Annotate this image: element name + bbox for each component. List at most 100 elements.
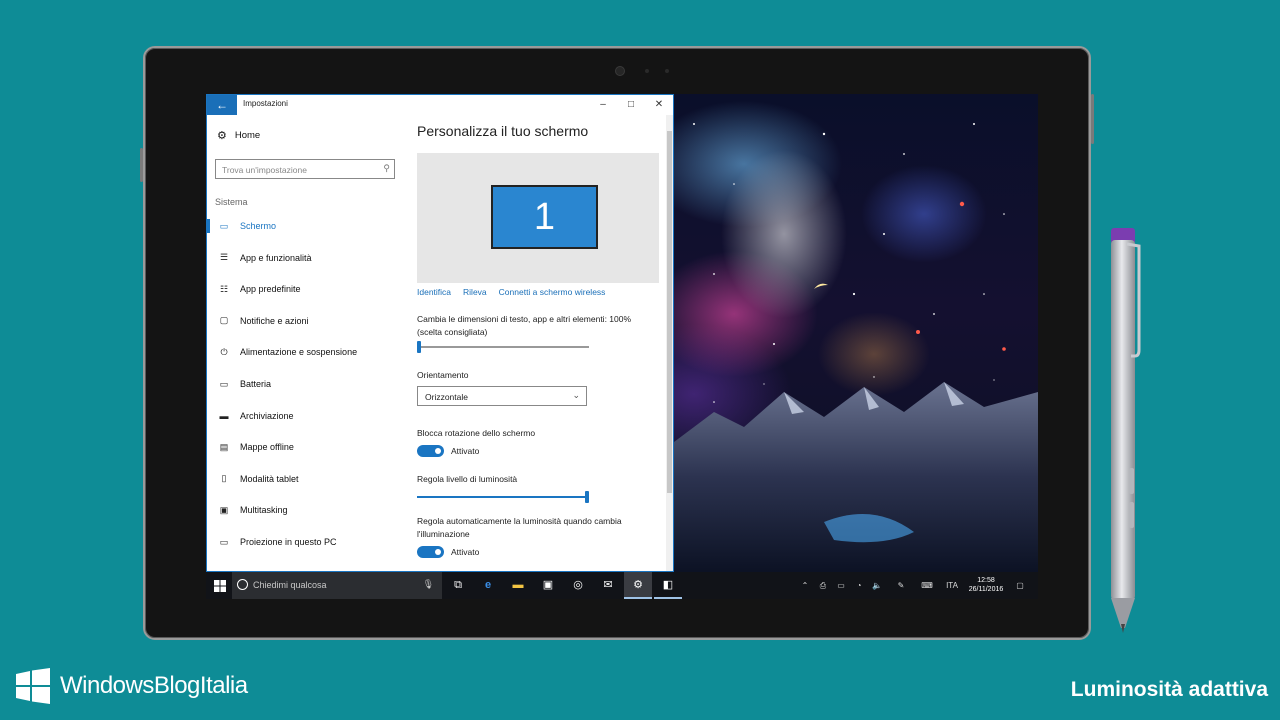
apps-list-icon: ☰ — [219, 252, 229, 263]
start-button[interactable] — [210, 576, 230, 596]
nav-section-label: Sistema — [215, 197, 248, 207]
battery-tray-icon[interactable]: ▭ — [834, 572, 848, 599]
map-icon: ▤ — [219, 441, 229, 452]
toggle-knob — [435, 448, 441, 454]
orientation-value: Orizzontale — [425, 392, 468, 402]
settings-window: ← Impostazioni – □ ✕ ⚙ Home Trova un'imp… — [206, 94, 674, 572]
wireless-display-link[interactable]: Connetti a schermo wireless — [499, 287, 606, 297]
sidebar-item[interactable]: ▭ Batteria — [207, 369, 407, 399]
tablet-screen: ← Impostazioni – □ ✕ ⚙ Home Trova un'imp… — [206, 94, 1038, 599]
store-icon: ▣ — [542, 579, 554, 591]
pen-workspace-icon[interactable]: ✎ — [894, 572, 908, 599]
touch-keyboard-icon[interactable]: ⌨ — [918, 572, 936, 599]
auto-brightness-state: Attivato — [451, 547, 480, 557]
display-links: Identifica Rileva Connetti a schermo wir… — [417, 287, 605, 297]
notification-icon: ▢ — [1016, 581, 1024, 590]
windows-logo-icon — [214, 580, 226, 592]
maximize-button[interactable]: □ — [623, 97, 639, 113]
sidebar-item[interactable]: ▭ Proiezione in questo PC — [207, 527, 407, 557]
tablet-mode-icon: ▯ — [221, 473, 227, 484]
search-icon: ⚲ — [383, 163, 390, 173]
edge-button[interactable]: e — [474, 572, 502, 599]
settings-search-input[interactable]: Trova un'impostazione ⚲ — [215, 159, 395, 179]
orientation-label: Orientamento — [417, 370, 469, 380]
taskbar-clock[interactable]: 12:58 26/11/2016 — [966, 576, 1006, 594]
scale-slider-thumb[interactable] — [417, 341, 421, 353]
sidebar-item[interactable]: ▬ Archiviazione — [207, 401, 407, 431]
gear-icon: ⚙ — [633, 579, 643, 591]
task-view-icon: ⧉ — [454, 579, 462, 591]
scrollbar-thumb[interactable] — [667, 131, 672, 493]
detect-link[interactable]: Rileva — [463, 287, 487, 297]
edge-icon: e — [484, 579, 492, 591]
action-center-button[interactable]: ▢ — [1012, 572, 1028, 599]
identify-link[interactable]: Identifica — [417, 287, 451, 297]
monitor-1[interactable]: 1 — [491, 185, 598, 249]
sidebar-item-label: Multitasking — [240, 505, 288, 516]
projection-icon: ▭ — [219, 536, 229, 547]
input-language[interactable]: ITA — [942, 572, 962, 599]
mail-icon: ✉ — [603, 579, 613, 591]
power-button — [1091, 94, 1094, 144]
orientation-dropdown[interactable]: Orizzontale ⌄ — [417, 386, 587, 406]
desktop-wallpaper — [674, 94, 1038, 572]
folder-icon: ▬ — [512, 579, 524, 591]
sidebar-item-label: Mappe offline — [240, 442, 294, 453]
sidebar-item[interactable]: ☰ App e funzionalità — [207, 243, 407, 273]
cortana-icon — [237, 579, 248, 590]
search-placeholder: Trova un'impostazione — [222, 165, 307, 175]
sidebar-item-label: App predefinite — [240, 284, 301, 295]
rotation-lock-toggle[interactable] — [417, 445, 444, 457]
close-button[interactable]: ✕ — [651, 97, 667, 113]
settings-nav: ⚙ Home Trova un'impostazione ⚲ Sistema ▭… — [207, 115, 407, 571]
tablet-app-button[interactable]: ◧ — [654, 572, 682, 599]
store-button[interactable]: ▣ — [534, 572, 562, 599]
usb-tray-icon[interactable]: ⎙ — [816, 572, 830, 599]
scale-label: Cambia le dimensioni di testo, app e alt… — [417, 314, 632, 324]
display-preview: 1 — [417, 153, 659, 283]
volume-button — [140, 148, 143, 182]
camera-sensor — [645, 69, 649, 73]
show-hidden-icons[interactable]: ⌃ — [798, 572, 812, 599]
article-caption: Luminosità adattiva — [1070, 678, 1268, 701]
monitor-icon: ▭ — [219, 220, 229, 231]
window-title: Impostazioni — [243, 99, 288, 108]
brightness-slider[interactable] — [417, 489, 589, 505]
sidebar-item[interactable]: ▯ Modalità tablet — [207, 464, 407, 494]
taskbar: Chiedimi qualcosa 🎙 ⧉ e ▬ ▣ ◎ ✉ ⚙ ◧ ⌃ ⎙ … — [206, 572, 1038, 599]
wallpaper-stars — [693, 123, 1006, 351]
scale-slider[interactable] — [417, 339, 589, 355]
back-button[interactable]: ← — [207, 95, 237, 115]
file-explorer-button[interactable]: ▬ — [504, 572, 532, 599]
notifications-icon: ▢ — [219, 315, 229, 326]
scale-slider-track — [417, 346, 589, 348]
brightness-slider-thumb[interactable] — [585, 491, 589, 503]
mail-button[interactable]: ✉ — [594, 572, 622, 599]
volume-icon[interactable]: 🔈 — [870, 572, 884, 599]
sidebar-item[interactable]: ▭ Schermo — [207, 211, 407, 241]
content-scrollbar[interactable] — [666, 115, 673, 571]
wifi-icon[interactable]: ◔ — [852, 572, 866, 599]
wallpaper-mountains — [674, 376, 1038, 572]
power-icon: ⏻ — [220, 346, 228, 357]
rotation-lock-state: Attivato — [451, 446, 480, 456]
clock-date: 26/11/2016 — [968, 586, 1004, 593]
task-view-button[interactable]: ⧉ — [444, 572, 472, 599]
cortana-search-box[interactable]: Chiedimi qualcosa 🎙 — [232, 572, 442, 599]
windows-blog-italia-logo — [16, 668, 50, 704]
auto-brightness-label: Regola automaticamente la luminosità qua… — [417, 516, 622, 526]
sidebar-item[interactable]: ⏻ Alimentazione e sospensione — [207, 337, 407, 367]
sidebar-item[interactable]: ▢ Notifiche e azioni — [207, 306, 407, 336]
title-bar: ← Impostazioni – □ ✕ — [207, 95, 673, 115]
sidebar-item[interactable]: ▤ Mappe offline — [207, 432, 407, 462]
sidebar-item[interactable]: ▣ Multitasking — [207, 495, 407, 525]
settings-taskbar-button[interactable]: ⚙ — [624, 572, 652, 599]
clock-time: 12:58 — [977, 577, 995, 584]
sidebar-item-label: Notifiche e azioni — [240, 315, 309, 326]
groove-button[interactable]: ◎ — [564, 572, 592, 599]
minimize-button[interactable]: – — [595, 97, 611, 113]
nav-home[interactable]: ⚙ Home — [217, 129, 260, 142]
auto-brightness-toggle[interactable] — [417, 546, 444, 558]
storage-icon: ▬ — [219, 410, 229, 421]
sidebar-item[interactable]: ☷ App predefinite — [207, 274, 407, 304]
